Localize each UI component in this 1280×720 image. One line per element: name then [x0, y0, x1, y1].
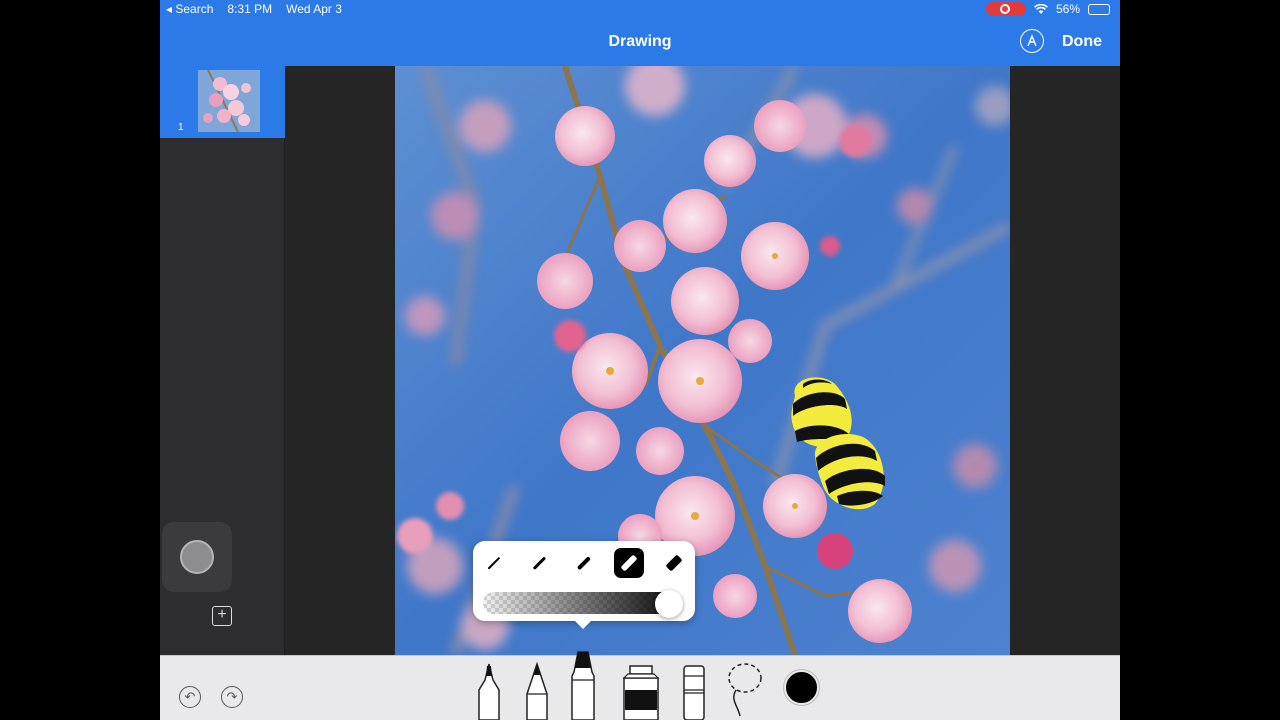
stroke-width-extra-thin[interactable]: [479, 548, 509, 578]
stroke-width-popover: [473, 541, 695, 629]
stroke-width-medium[interactable]: [569, 548, 599, 578]
page-title: Drawing: [608, 33, 672, 50]
page-sidebar: 1 +: [160, 66, 285, 655]
redo-icon[interactable]: ↷: [221, 686, 243, 708]
page-number: 1: [178, 122, 184, 133]
navigation-bar: Drawing Done: [160, 18, 1120, 66]
pencil-tool-icon[interactable]: [523, 662, 551, 720]
markup-pen-icon[interactable]: [1020, 29, 1044, 53]
done-button[interactable]: Done: [1062, 33, 1102, 51]
battery-percent: 56%: [1055, 2, 1080, 16]
status-time: 8:31 PM: [227, 2, 273, 16]
battery-icon: [1088, 3, 1110, 15]
status-date: Wed Apr 3: [286, 2, 342, 16]
screen-recording-icon[interactable]: [985, 2, 1026, 16]
back-to-search-link[interactable]: ◂ Search: [166, 2, 213, 16]
stroke-width-thin[interactable]: [524, 548, 554, 578]
tool-palette: ↶ ↷: [160, 651, 1120, 720]
assistive-touch-button[interactable]: [162, 522, 232, 592]
plus-square-icon[interactable]: +: [212, 606, 232, 626]
paint-bucket-tool-icon[interactable]: [622, 664, 660, 720]
page-thumbnail[interactable]: [198, 70, 260, 132]
eraser-tool-icon[interactable]: [682, 664, 706, 720]
page-thumbnail-item[interactable]: 1: [160, 66, 285, 138]
pen-tool-icon[interactable]: [473, 662, 505, 720]
status-bar: ◂ Search 8:31 PM Wed Apr 3 56%: [160, 0, 1120, 18]
marker-tool-icon[interactable]: [568, 650, 598, 720]
color-picker-swatch[interactable]: [784, 670, 819, 705]
stroke-width-extra-thick[interactable]: [659, 548, 689, 578]
stroke-width-thick[interactable]: [614, 548, 644, 578]
popover-arrow: [575, 621, 591, 629]
lasso-tool-icon[interactable]: [726, 660, 764, 720]
wifi-icon: [1034, 3, 1048, 14]
undo-icon[interactable]: ↶: [179, 686, 201, 708]
opacity-slider[interactable]: [483, 592, 673, 614]
opacity-slider-handle[interactable]: [655, 590, 684, 618]
ipad-screen: ◂ Search 8:31 PM Wed Apr 3 56% Drawing D…: [160, 0, 1120, 720]
assistive-touch-knob: [180, 540, 214, 574]
